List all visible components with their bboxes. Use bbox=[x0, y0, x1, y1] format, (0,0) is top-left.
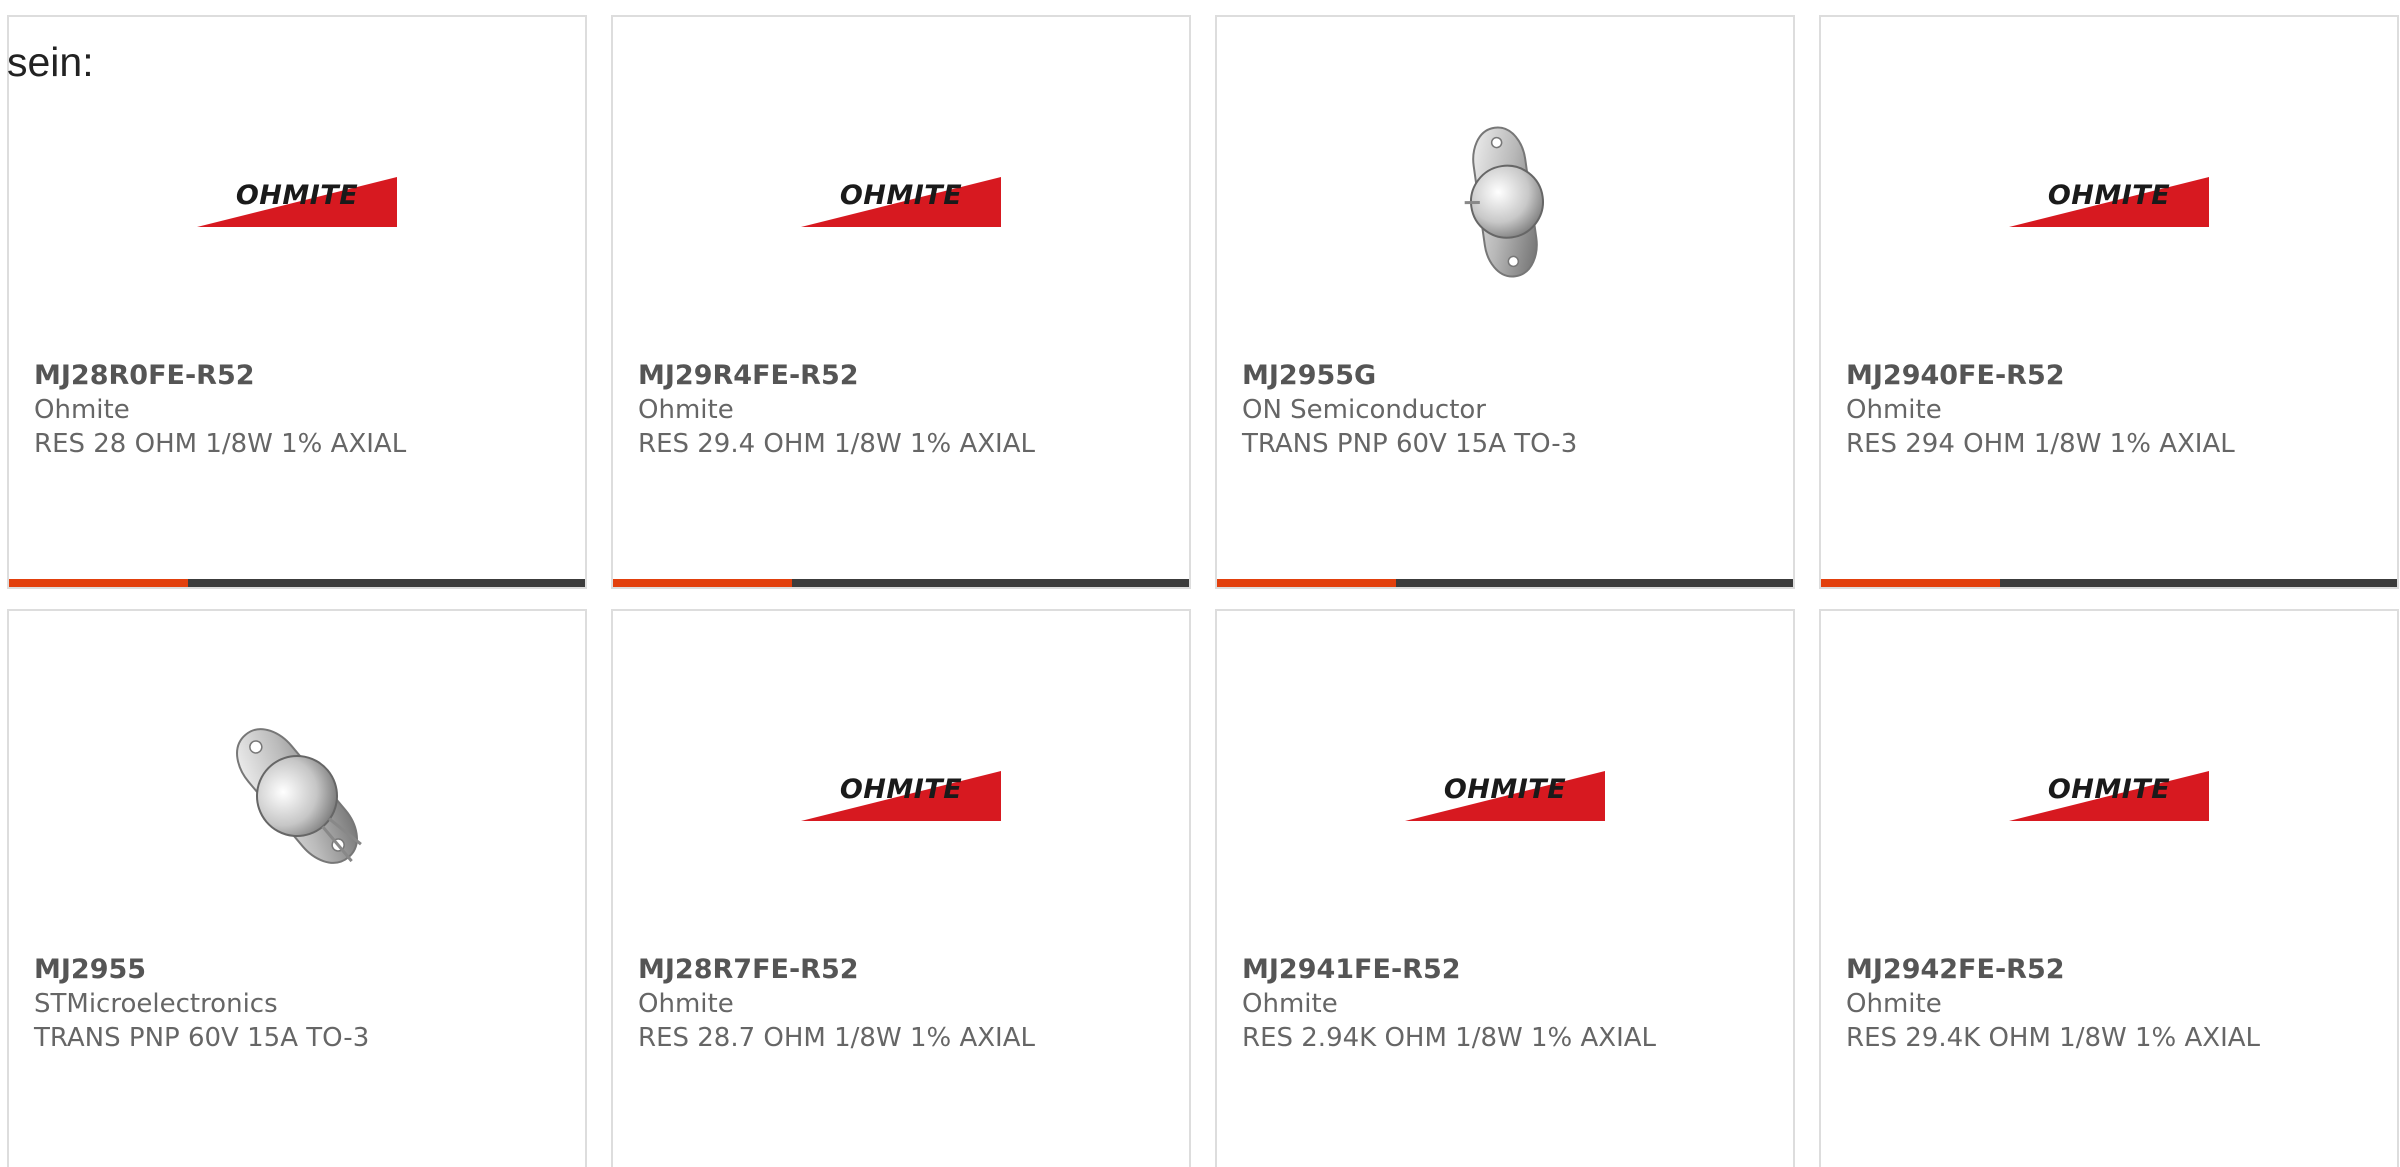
manufacturer: Ohmite bbox=[1242, 989, 1338, 1019]
progress-bar bbox=[1821, 579, 2397, 587]
svg-text:OHMITE: OHMITE bbox=[236, 180, 358, 211]
description: RES 29.4 OHM 1/8W 1% AXIAL bbox=[638, 429, 1035, 459]
description: TRANS PNP 60V 15A TO-3 bbox=[1242, 429, 1578, 459]
product-image: OHMITE bbox=[9, 77, 585, 327]
manufacturer: Ohmite bbox=[1846, 395, 1942, 425]
progress-bar bbox=[9, 579, 585, 587]
description: RES 28 OHM 1/8W 1% AXIAL bbox=[34, 429, 407, 459]
product-image: OHMITE bbox=[613, 77, 1189, 327]
description: TRANS PNP 60V 15A TO-3 bbox=[34, 1023, 370, 1053]
description: RES 29.4K OHM 1/8W 1% AXIAL bbox=[1846, 1023, 2261, 1053]
description: RES 294 OHM 1/8W 1% AXIAL bbox=[1846, 429, 2235, 459]
product-image bbox=[1217, 77, 1793, 327]
product-info: MJ2940FE-R52 Ohmite RES 294 OHM 1/8W 1% … bbox=[1846, 359, 2377, 461]
ohmite-logo-icon: OHMITE bbox=[801, 177, 1001, 227]
product-card[interactable]: OHMITE MJ2941FE-R52 Ohmite RES 2.94K OHM… bbox=[1215, 609, 1795, 1167]
progress-bar-fill bbox=[1821, 579, 2000, 587]
svg-text:OHMITE: OHMITE bbox=[840, 180, 962, 211]
product-image: OHMITE bbox=[613, 671, 1189, 921]
product-info: MJ28R7FE-R52 Ohmite RES 28.7 OHM 1/8W 1%… bbox=[638, 953, 1169, 1055]
part-number[interactable]: MJ29R4FE-R52 bbox=[638, 359, 1169, 393]
to3-transistor-icon bbox=[236, 728, 362, 864]
ohmite-logo-icon: OHMITE bbox=[197, 177, 397, 227]
product-card[interactable]: MJ2955 STMicroelectronics TRANS PNP 60V … bbox=[7, 609, 587, 1167]
part-number[interactable]: MJ2940FE-R52 bbox=[1846, 359, 2377, 393]
section-heading: sein: bbox=[7, 39, 94, 85]
ohmite-logo-icon: OHMITE bbox=[2009, 177, 2209, 227]
page: sein: OHMITE MJ28R0FE-R52 Ohmite RES 28 … bbox=[0, 0, 2400, 1167]
progress-bar-fill bbox=[1217, 579, 1396, 587]
manufacturer: Ohmite bbox=[1846, 989, 1942, 1019]
svg-text:OHMITE: OHMITE bbox=[1444, 774, 1566, 805]
manufacturer: STMicroelectronics bbox=[34, 989, 278, 1019]
ohmite-logo-icon: OHMITE bbox=[2009, 771, 2209, 821]
product-card[interactable]: OHMITE MJ2940FE-R52 Ohmite RES 294 OHM 1… bbox=[1819, 15, 2399, 589]
product-info: MJ2955G ON Semiconductor TRANS PNP 60V 1… bbox=[1242, 359, 1773, 461]
progress-bar-fill bbox=[613, 579, 792, 587]
to3-transistor-icon bbox=[1464, 126, 1544, 278]
manufacturer: Ohmite bbox=[638, 395, 734, 425]
part-number[interactable]: MJ2941FE-R52 bbox=[1242, 953, 1773, 987]
product-card[interactable]: OHMITE MJ28R0FE-R52 Ohmite RES 28 OHM 1/… bbox=[7, 15, 587, 589]
product-grid: OHMITE MJ28R0FE-R52 Ohmite RES 28 OHM 1/… bbox=[7, 15, 2400, 1167]
ohmite-logo-icon: OHMITE bbox=[1405, 771, 1605, 821]
part-number[interactable]: MJ28R0FE-R52 bbox=[34, 359, 565, 393]
part-number[interactable]: MJ2942FE-R52 bbox=[1846, 953, 2377, 987]
part-number[interactable]: MJ28R7FE-R52 bbox=[638, 953, 1169, 987]
progress-bar bbox=[613, 579, 1189, 587]
product-card[interactable]: OHMITE MJ29R4FE-R52 Ohmite RES 29.4 OHM … bbox=[611, 15, 1191, 589]
product-info: MJ29R4FE-R52 Ohmite RES 29.4 OHM 1/8W 1%… bbox=[638, 359, 1169, 461]
product-info: MJ2941FE-R52 Ohmite RES 2.94K OHM 1/8W 1… bbox=[1242, 953, 1773, 1055]
description: RES 2.94K OHM 1/8W 1% AXIAL bbox=[1242, 1023, 1657, 1053]
product-card[interactable]: MJ2955G ON Semiconductor TRANS PNP 60V 1… bbox=[1215, 15, 1795, 589]
product-info: MJ2955 STMicroelectronics TRANS PNP 60V … bbox=[34, 953, 565, 1055]
product-card[interactable]: OHMITE MJ2942FE-R52 Ohmite RES 29.4K OHM… bbox=[1819, 609, 2399, 1167]
progress-bar-fill bbox=[9, 579, 188, 587]
product-image: OHMITE bbox=[1821, 671, 2397, 921]
manufacturer: ON Semiconductor bbox=[1242, 395, 1486, 425]
part-number[interactable]: MJ2955 bbox=[34, 953, 565, 987]
svg-text:OHMITE: OHMITE bbox=[2048, 180, 2170, 211]
svg-text:OHMITE: OHMITE bbox=[840, 774, 962, 805]
product-image: OHMITE bbox=[1217, 671, 1793, 921]
product-card[interactable]: OHMITE MJ28R7FE-R52 Ohmite RES 28.7 OHM … bbox=[611, 609, 1191, 1167]
manufacturer: Ohmite bbox=[638, 989, 734, 1019]
product-image: OHMITE bbox=[1821, 77, 2397, 327]
part-number[interactable]: MJ2955G bbox=[1242, 359, 1773, 393]
product-info: MJ28R0FE-R52 Ohmite RES 28 OHM 1/8W 1% A… bbox=[34, 359, 565, 461]
product-image bbox=[9, 671, 585, 921]
progress-bar bbox=[1217, 579, 1793, 587]
ohmite-logo-icon: OHMITE bbox=[801, 771, 1001, 821]
description: RES 28.7 OHM 1/8W 1% AXIAL bbox=[638, 1023, 1035, 1053]
svg-text:OHMITE: OHMITE bbox=[2048, 774, 2170, 805]
product-info: MJ2942FE-R52 Ohmite RES 29.4K OHM 1/8W 1… bbox=[1846, 953, 2377, 1055]
manufacturer: Ohmite bbox=[34, 395, 130, 425]
